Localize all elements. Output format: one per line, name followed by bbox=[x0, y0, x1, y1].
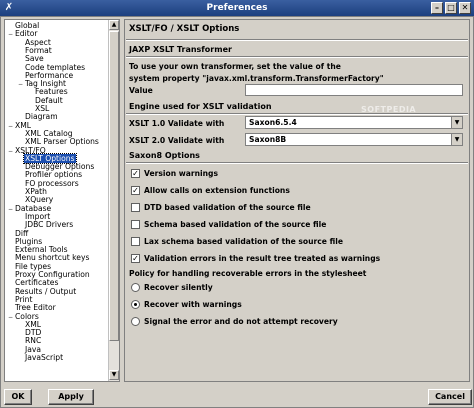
collapse-icon[interactable]: − bbox=[7, 205, 14, 214]
scroll-down-icon[interactable]: ▼ bbox=[109, 370, 119, 380]
cancel-button[interactable]: Cancel bbox=[428, 389, 472, 405]
value-input[interactable] bbox=[245, 84, 463, 96]
checkmark-icon[interactable]: ✓ bbox=[131, 253, 140, 263]
chevron-down-icon[interactable]: ▼ bbox=[451, 117, 462, 128]
option-checkbox[interactable]: Lax schema based validation of the sourc… bbox=[131, 236, 343, 246]
checkbox-label: Lax schema based validation of the sourc… bbox=[144, 236, 343, 246]
xslt1-select-value: Saxon6.5.4 bbox=[249, 118, 297, 127]
radio-label: Recover with warnings bbox=[144, 299, 242, 309]
divider bbox=[126, 56, 468, 58]
xslt2-select[interactable]: Saxon8B ▼ bbox=[245, 133, 463, 146]
jaxp-section-title: JAXP XSLT Transformer bbox=[129, 45, 232, 54]
radio-label: Recover silently bbox=[144, 282, 213, 292]
checkbox-label: Version warnings bbox=[144, 168, 219, 178]
checkbox-label: Schema based validation of the source fi… bbox=[144, 219, 327, 229]
collapse-icon[interactable]: − bbox=[7, 313, 14, 322]
jaxp-description-line2: system property "javax.xml.transform.Tra… bbox=[129, 74, 384, 83]
close-button[interactable]: ✕ bbox=[459, 2, 471, 14]
policy-label: Policy for handling recoverable errors i… bbox=[129, 269, 367, 278]
divider bbox=[126, 162, 468, 164]
value-label: Value bbox=[129, 86, 153, 95]
tree-scrollbar[interactable]: ▲ ▼ bbox=[108, 20, 119, 381]
jaxp-description-line1: To use your own transformer, set the val… bbox=[129, 62, 341, 71]
tree-item-label: JavaScript bbox=[25, 353, 64, 362]
title-bar: ✗ Preferences – □ ✕ bbox=[0, 0, 474, 16]
xslt1-select[interactable]: Saxon6.5.4 ▼ bbox=[245, 116, 463, 129]
checkbox-label: Validation errors in the result tree tre… bbox=[144, 253, 381, 263]
maximize-button[interactable]: □ bbox=[445, 2, 457, 14]
policy-radio[interactable]: Recover silently bbox=[131, 282, 213, 292]
divider bbox=[126, 39, 468, 41]
preferences-tree[interactable]: Global − Editor Aspect Format Save Code templa… bbox=[4, 19, 120, 382]
collapse-icon[interactable]: − bbox=[7, 30, 14, 39]
xslt1-label: XSLT 1.0 Validate with bbox=[129, 119, 225, 128]
window-title: Preferences bbox=[206, 3, 268, 13]
radio-icon[interactable] bbox=[131, 316, 140, 326]
saxon-section-title: Saxon8 Options bbox=[129, 151, 200, 160]
checkmark-icon[interactable]: ✓ bbox=[131, 185, 140, 195]
checkbox-label: Allow calls on extension functions bbox=[144, 185, 290, 195]
watermark-logo: SOFTPEDIA bbox=[361, 105, 417, 114]
option-checkbox[interactable]: DTD based validation of the source file bbox=[131, 202, 311, 212]
option-checkbox[interactable]: ✓ Allow calls on extension functions bbox=[131, 185, 290, 195]
option-checkbox[interactable]: ✓ Validation errors in the result tree tr… bbox=[131, 253, 380, 263]
xslt2-label: XSLT 2.0 Validate with bbox=[129, 136, 225, 145]
checkbox-icon[interactable] bbox=[131, 219, 140, 229]
policy-radio[interactable]: Signal the error and do not attempt reco… bbox=[131, 316, 338, 326]
collapse-icon[interactable]: − bbox=[7, 147, 14, 156]
ok-button[interactable]: OK bbox=[4, 389, 32, 405]
radio-icon[interactable] bbox=[131, 299, 140, 309]
scroll-up-icon[interactable]: ▲ bbox=[109, 20, 119, 30]
page-title: XSLT/FO / XSLT Options bbox=[129, 24, 240, 34]
apply-button[interactable]: Apply bbox=[48, 389, 94, 405]
checkbox-label: DTD based validation of the source file bbox=[144, 202, 311, 212]
radio-icon[interactable] bbox=[131, 282, 140, 292]
tree-item-label: JDBC Drivers bbox=[25, 220, 74, 230]
tree-item[interactable]: JavaScript bbox=[17, 353, 64, 362]
option-checkbox[interactable]: Schema based validation of the source fi… bbox=[131, 219, 326, 229]
engine-label: Engine used for XSLT validation bbox=[129, 102, 272, 111]
minimize-button[interactable]: – bbox=[431, 2, 443, 14]
x-icon: ✗ bbox=[4, 2, 14, 13]
checkbox-icon[interactable] bbox=[131, 202, 140, 212]
xslt2-select-value: Saxon8B bbox=[249, 135, 287, 144]
collapse-icon[interactable]: − bbox=[17, 80, 24, 89]
policy-radio[interactable]: Recover with warnings bbox=[131, 299, 242, 309]
checkmark-icon[interactable]: ✓ bbox=[131, 168, 140, 178]
checkbox-icon[interactable] bbox=[131, 236, 140, 246]
radio-label: Signal the error and do not attempt reco… bbox=[144, 316, 338, 326]
chevron-down-icon[interactable]: ▼ bbox=[451, 134, 462, 145]
collapse-icon[interactable]: − bbox=[7, 122, 14, 131]
divider bbox=[126, 113, 468, 115]
settings-panel: XSLT/FO / XSLT Options JAXP XSLT Transfo… bbox=[124, 19, 470, 382]
option-checkbox[interactable]: ✓ Version warnings bbox=[131, 168, 218, 178]
scroll-thumb[interactable] bbox=[109, 31, 119, 341]
